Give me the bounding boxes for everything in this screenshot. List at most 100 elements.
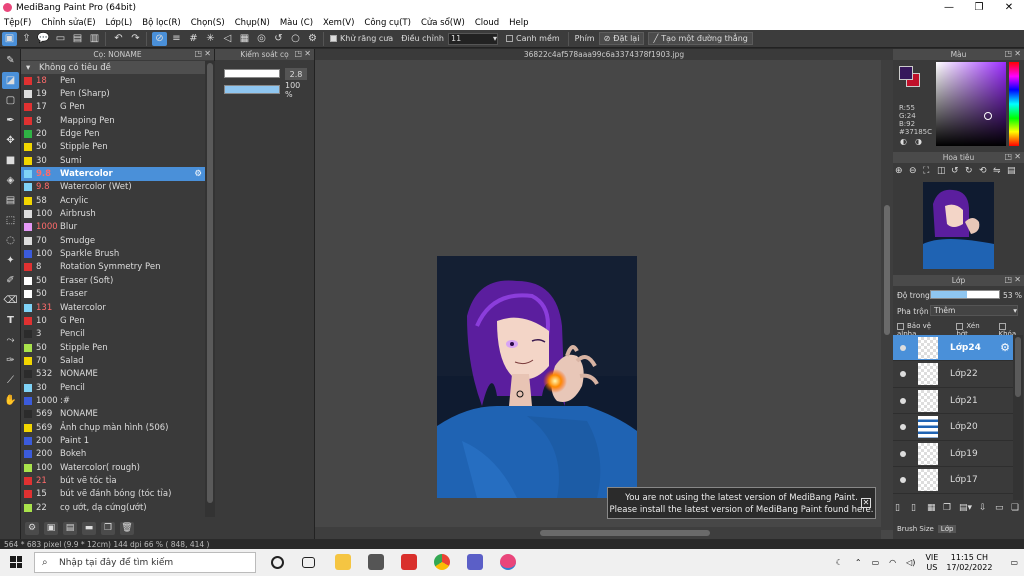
duplicate-icon[interactable]: ❐ (101, 521, 115, 535)
brush-item[interactable]: 70 Salad (21, 354, 205, 367)
windows-start-icon[interactable] (10, 556, 22, 568)
brush-item[interactable]: 100 Watercolor( rough) (21, 461, 205, 474)
brush-item[interactable]: 131 Watercolor (21, 301, 205, 314)
brush-group-header[interactable]: ▾ Không có tiêu đề (21, 61, 205, 74)
toolbar-brush-icon[interactable]: ▣ (2, 31, 17, 46)
camera-icon[interactable] (368, 554, 384, 570)
scrollbar-thumb[interactable] (884, 205, 890, 335)
select-pen-icon[interactable]: ✐ (2, 272, 19, 289)
color-picker-cursor[interactable] (984, 112, 992, 120)
menu-tools[interactable]: Công cụ(T) (364, 18, 411, 28)
delete-icon[interactable]: 🗑 (120, 521, 134, 535)
layer-list-scrollbar[interactable] (1013, 335, 1023, 500)
hand-tool-icon[interactable]: ✋ (2, 392, 19, 409)
brush-item[interactable]: 10 G Pen (21, 314, 205, 327)
brush-item[interactable]: 8 Rotation Symmetry Pen (21, 261, 205, 274)
upload-icon[interactable]: ⇪ (19, 32, 34, 46)
menu-cloud[interactable]: Cloud (475, 18, 499, 28)
brush-item[interactable]: 20 Edge Pen (21, 127, 205, 140)
cortana-icon[interactable] (271, 556, 284, 569)
panel-close-icon[interactable]: ✕ (304, 49, 311, 58)
brush-item[interactable]: 200 Bokeh (21, 448, 205, 461)
eraser-tool-icon[interactable]: ◪ (2, 72, 19, 89)
close-button[interactable]: ✕ (994, 0, 1024, 15)
panel-close-icon[interactable]: ✕ (1014, 152, 1021, 161)
canvas-tab[interactable]: 36822c4af578aaa99c6a3374378f1903.jpg (315, 49, 893, 60)
brush-item[interactable]: 50 Stipple Pen (21, 341, 205, 354)
foreground-color-swatch[interactable] (899, 66, 913, 80)
brush-item[interactable]: 100 Sparkle Brush (21, 247, 205, 260)
brush-settings-icon[interactable]: ⚙ (25, 521, 39, 535)
layer-settings-gear-icon[interactable]: ⚙ (1000, 341, 1010, 354)
layer-row[interactable]: Lớp20 (893, 415, 1013, 441)
brush-item[interactable]: 58 Acrylic (21, 194, 205, 207)
comment-icon[interactable]: 💬 (36, 32, 51, 46)
duplicate-layer-icon[interactable]: ❐ (943, 503, 955, 513)
panel-icon[interactable]: ▤ (70, 32, 85, 46)
teams-icon[interactable] (467, 554, 483, 570)
brush-item[interactable]: 1000 Blur (21, 221, 205, 234)
eyedropper-tool-icon[interactable]: ✑ (2, 352, 19, 369)
brush-size-slider[interactable] (224, 69, 280, 78)
pen-tool-icon[interactable]: ✒ (2, 112, 19, 129)
undo-icon[interactable]: ↶ (111, 32, 126, 46)
chevron-up-icon[interactable]: ⌃ (855, 558, 862, 567)
layer-row[interactable]: Lớp17 (893, 468, 1013, 494)
brush-tool-icon[interactable]: ✎ (2, 52, 19, 69)
color-palette-icon[interactable]: ◑ (915, 137, 922, 146)
brush-item[interactable]: 1000:# (21, 394, 205, 407)
fit-icon[interactable]: ⛶ (923, 166, 937, 176)
actual-size-icon[interactable]: ◫ (937, 166, 951, 176)
visibility-eye-icon[interactable] (900, 424, 906, 430)
menu-help[interactable]: Help (509, 18, 528, 28)
tab-layer[interactable]: Lớp (937, 525, 957, 533)
maximize-button[interactable]: ❐ (964, 0, 994, 15)
move-down-icon[interactable]: ⇩ (979, 503, 991, 513)
brush-item[interactable]: 19 Pen (Sharp) (21, 87, 205, 100)
visibility-eye-icon[interactable] (900, 371, 906, 377)
brush-item[interactable]: 8 Mapping Pen (21, 114, 205, 127)
panel-close-icon[interactable]: ✕ (1014, 49, 1021, 58)
snap-off-icon[interactable]: ⊘ (152, 31, 167, 46)
menu-view[interactable]: Xem(V) (323, 18, 354, 28)
panel-close-icon[interactable]: ✕ (204, 49, 211, 58)
taskbar-search[interactable]: ⌕ Nhập tại đây để tìm kiếm (34, 552, 256, 573)
navigator-settings-icon[interactable]: ▤ (1007, 166, 1021, 176)
scrollbar-thumb[interactable] (540, 530, 710, 536)
navigator-thumbnail[interactable] (923, 182, 994, 269)
share-icon[interactable]: ▥ (87, 32, 102, 46)
magic-wand-icon[interactable]: ✦ (2, 252, 19, 269)
soften-checkbox[interactable]: Canh mềm (505, 34, 560, 43)
panel-maximize-icon[interactable]: ◳ (194, 49, 202, 58)
brush-item[interactable]: 17 G Pen (21, 101, 205, 114)
notification-close-icon[interactable]: ✕ (861, 498, 871, 508)
menu-filter[interactable]: Bộ lọc(R) (142, 18, 181, 28)
wps-icon[interactable] (401, 554, 417, 570)
brush-item[interactable]: 9.8 Watercolor ⚙ (21, 167, 205, 181)
minimize-button[interactable]: — (934, 0, 964, 15)
snap-settings-icon[interactable]: ⚙ (305, 32, 320, 46)
canvas-artwork[interactable] (437, 256, 637, 498)
parallel-curve-icon[interactable]: ▦ (237, 32, 252, 46)
task-view-icon[interactable] (302, 557, 315, 568)
copy-layer-icon[interactable]: ❏ (1011, 503, 1023, 513)
reset-rotation-icon[interactable]: ⟲ (979, 166, 993, 176)
blend-mode-select[interactable]: Thêm ▾ (930, 305, 1018, 316)
layer-row[interactable]: Lớp19 (893, 441, 1013, 467)
reset-button[interactable]: ⊘ Đặt lại (598, 32, 645, 45)
menu-edit[interactable]: Chỉnh sửa(E) (41, 18, 95, 28)
antialias-checkbox[interactable]: Khử răng cưa (330, 34, 393, 43)
brush-properties-icon[interactable]: ▤ (63, 521, 77, 535)
brush-item[interactable]: 569 Ảnh chụp màn hình (506) (21, 421, 205, 434)
straight-line-button[interactable]: ╱ Tạo một đường thẳng (648, 32, 753, 45)
network-icon[interactable]: ▭ (872, 558, 880, 567)
cross-snap-icon[interactable]: # (186, 32, 201, 46)
brush-settings-gear-icon[interactable]: ⚙ (194, 169, 202, 179)
radial-snap-icon[interactable]: ✳ (203, 32, 218, 46)
clock[interactable]: 11:15 CH 17/02/2022 (946, 553, 992, 573)
brush-opacity-slider[interactable] (224, 85, 280, 94)
brush-item[interactable]: 21 bút vẽ tóc tỉa (21, 474, 205, 487)
move-tool-icon[interactable]: ✥ (2, 132, 19, 149)
layer-row[interactable]: Lớp21 (893, 388, 1013, 414)
lasso-tool-icon[interactable]: ◌ (2, 232, 19, 249)
